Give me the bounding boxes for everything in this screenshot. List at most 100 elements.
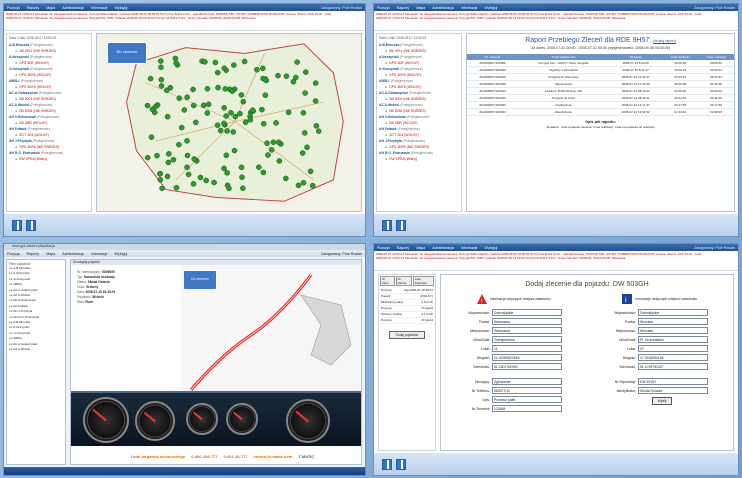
- form-field[interactable]: 21.01990823548: [492, 354, 562, 361]
- vehicle-marker-icon[interactable]: [184, 152, 191, 159]
- vehicle-marker-icon[interactable]: [204, 85, 211, 92]
- form-field[interactable]: Warszawa: [492, 318, 562, 325]
- vehicle-marker-icon[interactable]: [268, 147, 275, 153]
- vehicle-marker-icon[interactable]: [223, 152, 230, 159]
- vehicle-marker-icon[interactable]: [302, 90, 308, 96]
- menu-item[interactable]: Pozycja: [377, 6, 390, 10]
- vehicle-item[interactable]: G.Koszyński (Poleglineowe) ● GPS 3DE6 (WOL…: [379, 66, 459, 78]
- vehicle-marker-icon[interactable]: [260, 120, 267, 127]
- vehicle-item[interactable]: AB51L (Poleglineowe) ● GPS 3DE6 (WOLNY): [379, 78, 459, 90]
- menu-item[interactable]: Mapa: [416, 246, 425, 250]
- vehicle-item[interactable]: AH 9.Goltoniowe (Poleglineowe) ● DB 2MR (W…: [379, 114, 459, 126]
- vehicle-marker-icon[interactable]: [191, 156, 198, 162]
- vehicle-marker-icon[interactable]: [184, 138, 190, 144]
- vehicle-marker-icon[interactable]: [265, 152, 271, 158]
- form-field[interactable]: Wrocław: [638, 318, 708, 325]
- vehicle-marker-icon[interactable]: [247, 117, 254, 123]
- table-row[interactable]: ZA/2008/07/100000 Wyjazdy z Wrocławia 2008…: [467, 66, 734, 74]
- vehicle-marker-icon[interactable]: [307, 168, 314, 175]
- vehicle-marker-icon[interactable]: [190, 181, 197, 187]
- vehicle-marker-icon[interactable]: [173, 60, 180, 66]
- form-field[interactable]: DW 5YGH: [638, 378, 708, 385]
- table-row[interactable]: ZA/2008/07/100000 Zakończenie 2008-07-13 1…: [467, 80, 734, 88]
- vehicle-item[interactable]: AZ.A.Wróbel (Poleglineowe) ● DB 5035 (NIE …: [9, 102, 89, 114]
- vehicle-marker-icon[interactable]: [259, 65, 266, 72]
- vehicle-marker-icon[interactable]: [149, 106, 156, 113]
- vehicle-item[interactable]: A.B.Mruczka (Poleglineowe) ● DB 4P11 (NIE …: [379, 42, 459, 54]
- vehicle-marker-icon[interactable]: [190, 86, 196, 93]
- form-field[interactable]: Skoda Octavia: [638, 387, 708, 394]
- vehicle-marker-icon[interactable]: [275, 139, 282, 146]
- side-row[interactable]: Pozycja Przyjazd: [381, 318, 433, 324]
- form-field[interactable]: 27: [638, 345, 708, 352]
- table-row[interactable]: ZA/2008/07/100033 Ładunek: R300 Wronia, 1…: [467, 87, 734, 95]
- form-field[interactable]: 52.2301762069: [492, 363, 562, 370]
- vehicle-marker-icon[interactable]: [221, 105, 227, 111]
- vehicle-marker-icon[interactable]: [172, 55, 179, 62]
- vehicle-marker-icon[interactable]: [159, 185, 165, 192]
- vehicle-item[interactable]: AC.A.Gołaszyński (Poleglineowe) ● DB 5003 …: [379, 90, 459, 102]
- vehicle-item[interactable]: A.B.Mruczka (Poleglineowe) ● DB 4P11 (NIE …: [9, 42, 89, 54]
- menu-item[interactable]: Pozycja: [7, 6, 20, 10]
- vehicle-marker-icon[interactable]: [313, 123, 320, 129]
- vehicle-marker-icon[interactable]: [203, 177, 209, 184]
- vehicle-marker-icon[interactable]: [231, 147, 238, 154]
- vehicle-marker-icon[interactable]: [190, 102, 197, 109]
- form-field[interactable]: Warszawa: [492, 327, 562, 334]
- form-field[interactable]: Dolnośląskie: [638, 309, 708, 316]
- vehicle-marker-icon[interactable]: [170, 156, 177, 163]
- vehicle-marker-icon[interactable]: [178, 124, 185, 131]
- menu-item[interactable]: Mapa: [46, 6, 55, 10]
- vehicle-marker-icon[interactable]: [303, 69, 309, 75]
- menu-item[interactable]: Wyloguj: [485, 6, 498, 10]
- vehicle-marker-icon[interactable]: [192, 119, 199, 126]
- app-icon[interactable]: [12, 220, 22, 231]
- vehicle-marker-icon[interactable]: [204, 110, 211, 116]
- menu-item[interactable]: Administracja: [432, 6, 454, 10]
- menu-item[interactable]: Pozycja: [377, 246, 390, 250]
- vehicle-item[interactable]: AH 9.Goltoniowe (Poleglineowe) ● DB 2MR (W…: [9, 114, 89, 126]
- vehicle-marker-icon[interactable]: [166, 151, 172, 157]
- vehicle-marker-icon[interactable]: [157, 58, 164, 64]
- vehicle-marker-icon[interactable]: [242, 119, 249, 126]
- vehicle-marker-icon[interactable]: [232, 113, 239, 120]
- vehicle-marker-icon[interactable]: [301, 130, 308, 136]
- vehicle-marker-icon[interactable]: [223, 113, 229, 119]
- tab[interactable]: W. Zlecz.: [380, 276, 395, 286]
- app-icon[interactable]: [396, 220, 406, 231]
- vehicle-marker-icon[interactable]: [221, 120, 227, 127]
- vehicle-marker-icon[interactable]: [249, 107, 256, 114]
- vehicle-marker-icon[interactable]: [264, 140, 270, 146]
- vehicle-marker-icon[interactable]: [214, 69, 221, 76]
- menu-item[interactable]: Informacje: [461, 6, 478, 10]
- vehicle-marker-icon[interactable]: [240, 185, 246, 192]
- vehicle-marker-icon[interactable]: [217, 127, 224, 134]
- vehicle-marker-icon[interactable]: [260, 169, 267, 176]
- vehicle-marker-icon[interactable]: [231, 62, 237, 68]
- vehicle-marker-icon[interactable]: [214, 122, 221, 128]
- table-row[interactable]: ZA/2008/07/100000 Przyjazd do Warszawy 200…: [467, 73, 734, 81]
- vehicle-item[interactable]: G.Koszyński (Poleglineowe) ● GPS 3DE6 (WOL…: [9, 66, 89, 78]
- menu-item[interactable]: Raporty: [27, 6, 40, 10]
- vehicle-marker-icon[interactable]: [184, 164, 190, 171]
- form-field[interactable]: Transportowa: [492, 336, 562, 343]
- menu-item[interactable]: Raporty: [27, 252, 40, 256]
- vehicle-marker-icon[interactable]: [254, 66, 260, 73]
- vehicle-marker-icon[interactable]: [299, 150, 306, 156]
- app-icon[interactable]: [382, 220, 392, 231]
- menu-item[interactable]: Informacje: [91, 252, 108, 256]
- vehicle-marker-icon[interactable]: [176, 95, 183, 101]
- menu-item[interactable]: Raporty: [397, 6, 410, 10]
- print-link[interactable]: (drukuj raport): [653, 39, 676, 43]
- vehicle-item[interactable]: AB51L (Poleglineowe) ● GPS 3DE6 (WOLNY): [9, 78, 89, 90]
- vehicle-marker-icon[interactable]: [144, 102, 151, 109]
- vehicle-marker-icon[interactable]: [290, 78, 297, 85]
- vehicle-marker-icon[interactable]: [205, 101, 212, 108]
- vehicle-marker-icon[interactable]: [197, 174, 204, 181]
- zoom-widget[interactable]: Do centrum: [183, 270, 217, 290]
- tab[interactable]: Lista Pojazdów: [412, 276, 434, 286]
- vehicle-marker-icon[interactable]: [238, 92, 245, 98]
- table-row[interactable]: ZA/2008/07/100033 Rozładunek 2008-07-13 12…: [467, 101, 734, 109]
- menu-item[interactable]: Wyloguj: [115, 6, 128, 10]
- vehicle-marker-icon[interactable]: [154, 152, 160, 159]
